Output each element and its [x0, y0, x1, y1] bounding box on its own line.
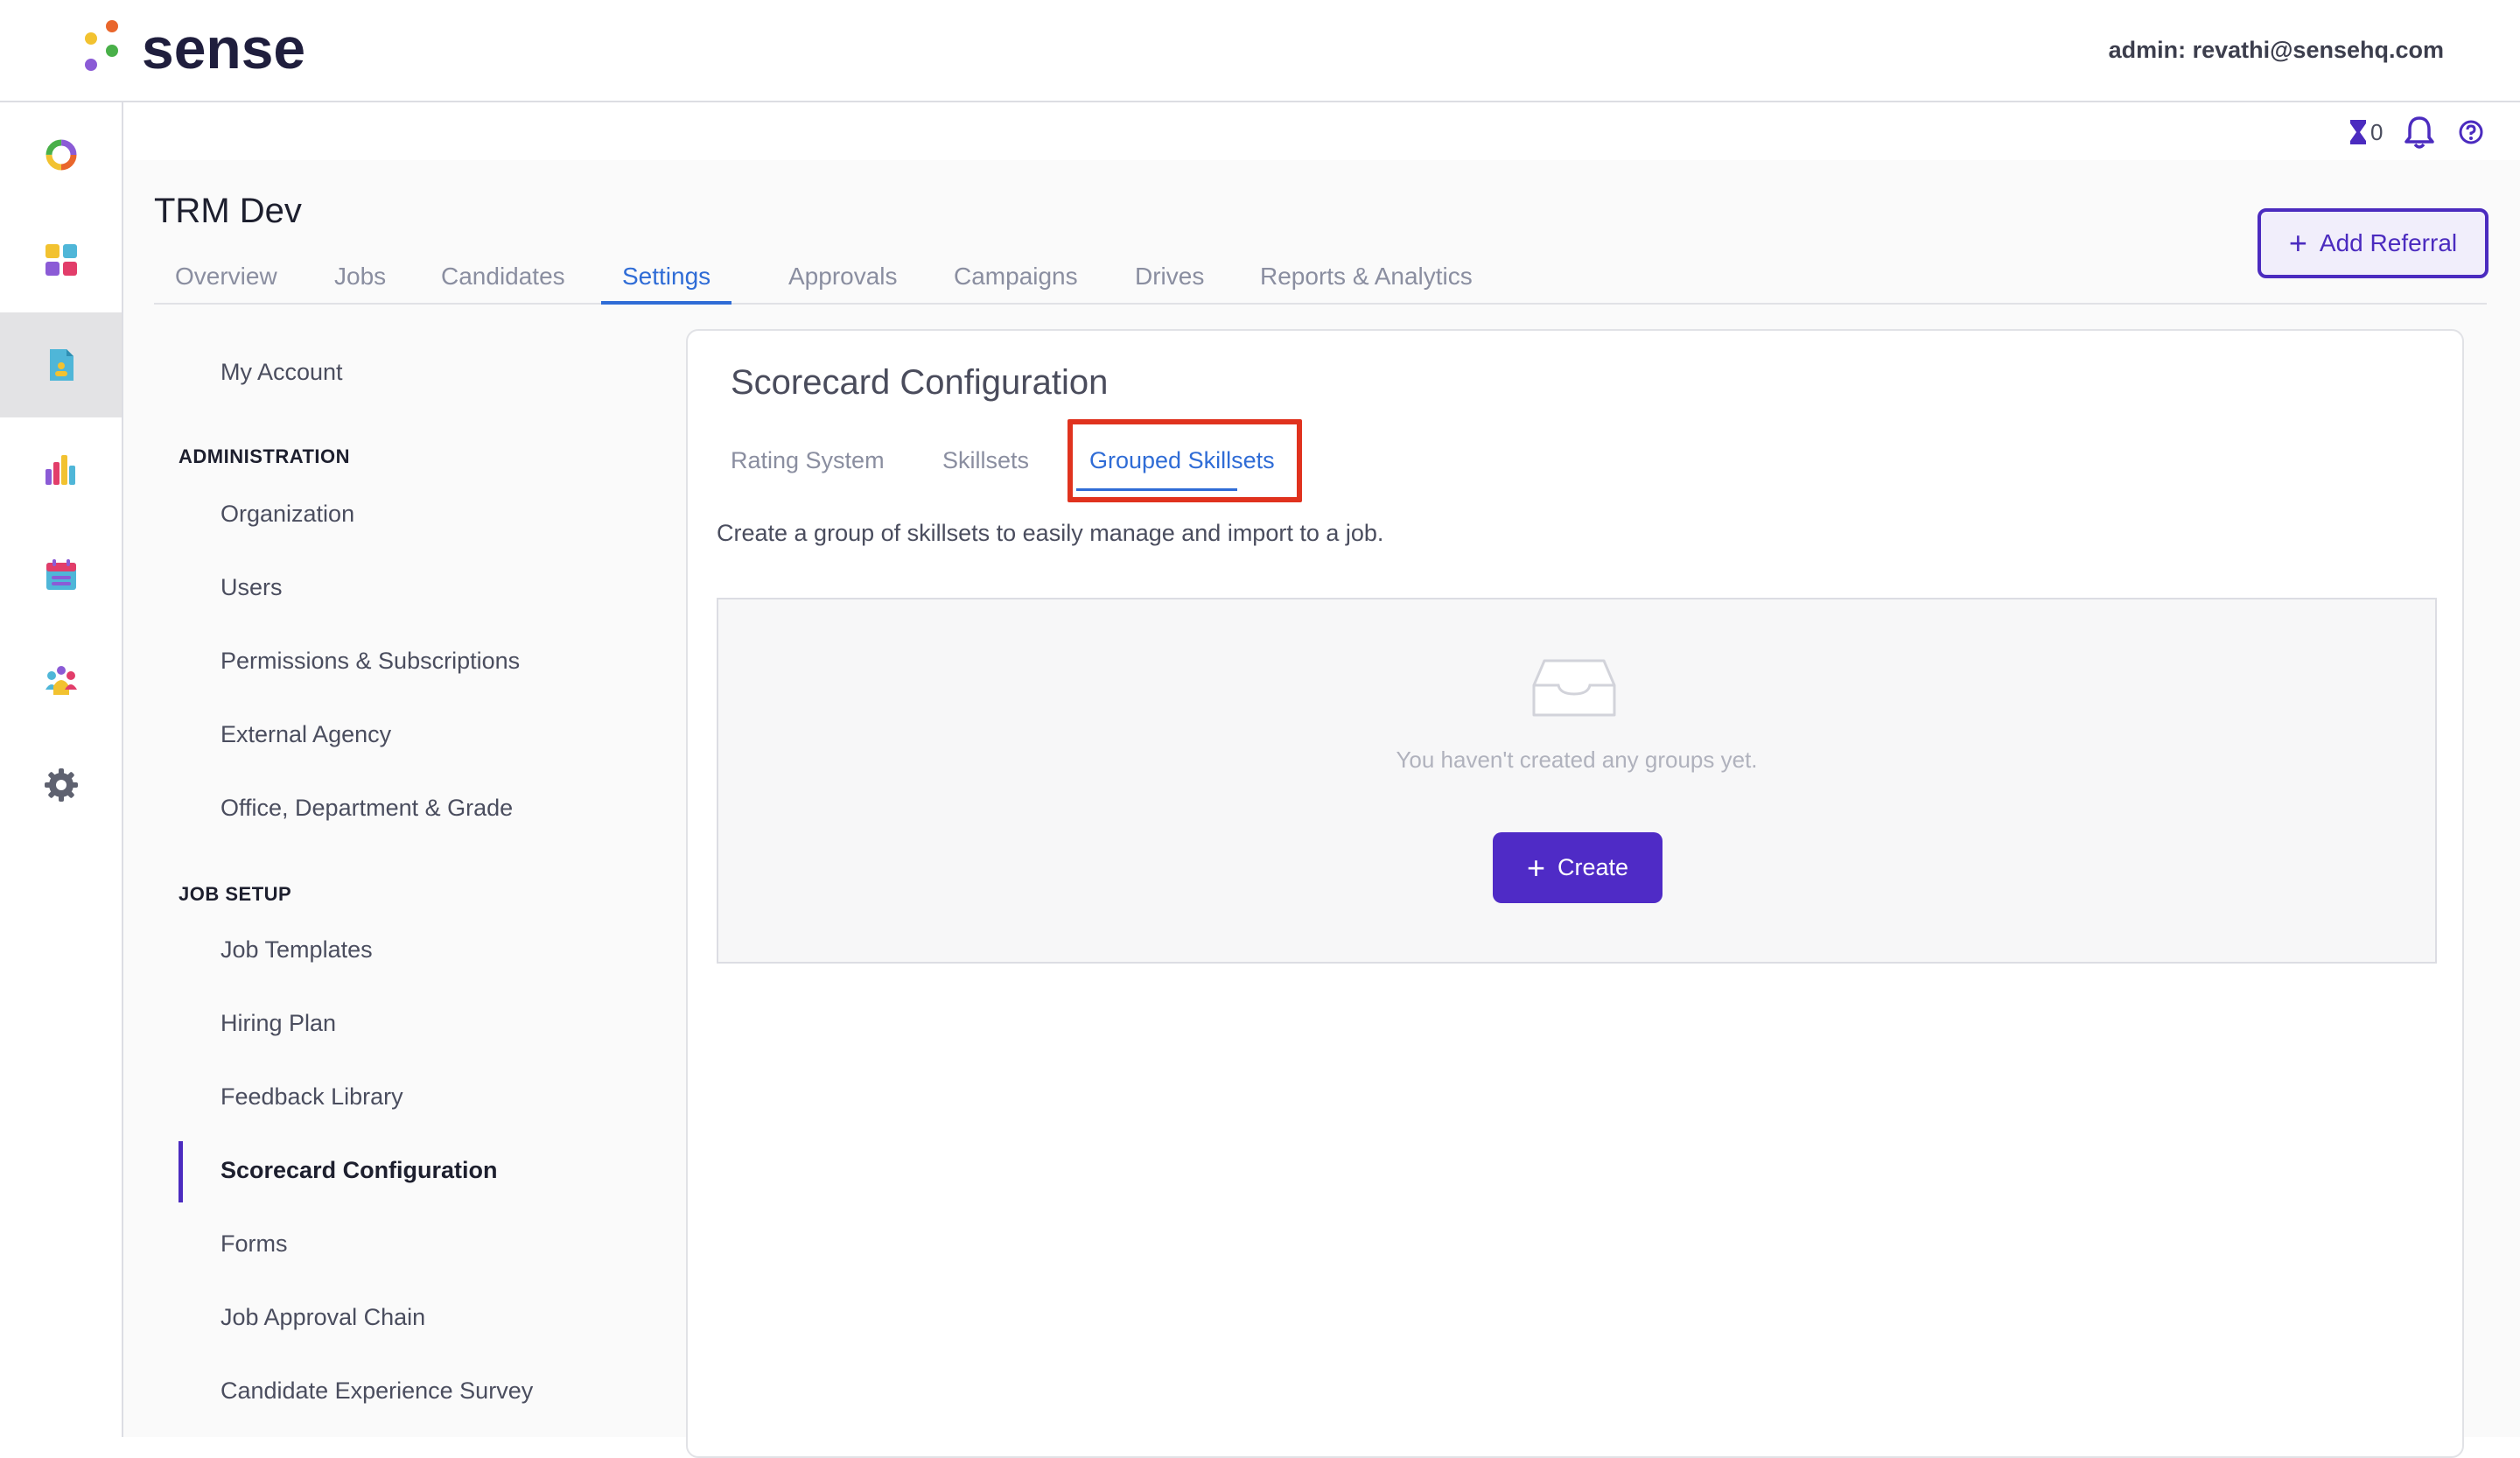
- subtab-skillsets[interactable]: Skillsets: [942, 438, 1029, 487]
- tab-candidates[interactable]: Candidates: [420, 250, 586, 305]
- tab-settings[interactable]: Settings: [601, 250, 732, 305]
- top-header: sense admin: revathi@sensehq.com: [0, 0, 2520, 102]
- rail-item-settings[interactable]: [0, 733, 122, 838]
- settings-sidebar: My Account ADMINISTRATION Organization U…: [123, 333, 683, 1437]
- bell-icon: [2404, 116, 2434, 149]
- nav-forms[interactable]: Forms: [220, 1229, 288, 1258]
- document-icon: [49, 349, 74, 381]
- section-heading-administration: ADMINISTRATION: [178, 445, 351, 467]
- help-button[interactable]: [2457, 115, 2485, 150]
- main-tabs: Overview Jobs Candidates Settings Approv…: [154, 250, 2487, 305]
- empty-state-panel: You haven't created any groups yet. + Cr…: [717, 598, 2437, 964]
- create-label: Create: [1557, 854, 1629, 880]
- subtab-rating-system[interactable]: Rating System: [731, 438, 885, 487]
- plus-icon: +: [2288, 225, 2307, 261]
- notifications-button[interactable]: [2404, 115, 2435, 150]
- create-group-button[interactable]: + Create: [1493, 832, 1662, 903]
- nav-external-agency[interactable]: External Agency: [220, 719, 391, 749]
- tab-jobs[interactable]: Jobs: [313, 250, 407, 305]
- add-referral-label: Add Referral: [2319, 229, 2458, 256]
- tab-campaigns[interactable]: Campaigns: [933, 250, 1099, 305]
- nav-job-templates[interactable]: Job Templates: [220, 935, 373, 964]
- section-heading-job-setup: JOB SETUP: [178, 883, 292, 905]
- card-title: Scorecard Configuration: [731, 363, 1109, 402]
- nav-feedback-library[interactable]: Feedback Library: [220, 1082, 403, 1111]
- highlight-annotation: [1068, 419, 1302, 502]
- rail-item-people[interactable]: [0, 627, 122, 733]
- app-rail: [0, 102, 123, 1437]
- empty-inbox-icon: [1532, 659, 1616, 717]
- hourglass-icon: [2350, 120, 2366, 144]
- nav-candidate-experience-survey[interactable]: Candidate Experience Survey: [220, 1376, 533, 1405]
- pending-count: 0: [2370, 118, 2384, 145]
- tab-overview[interactable]: Overview: [154, 250, 298, 305]
- rail-item-recruit[interactable]: [0, 312, 122, 417]
- scorecard-card: Scorecard Configuration Rating System Sk…: [686, 329, 2464, 1458]
- nav-permissions-subscriptions[interactable]: Permissions & Subscriptions: [220, 646, 520, 676]
- sense-logo[interactable]: sense: [82, 19, 310, 77]
- utility-bar: 0: [123, 102, 2520, 160]
- dashboard-grid-icon: [45, 244, 77, 276]
- tab-reports-analytics[interactable]: Reports & Analytics: [1239, 250, 1494, 305]
- admin-email[interactable]: admin: revathi@sensehq.com: [2109, 35, 2444, 65]
- active-nav-indicator: [178, 1141, 183, 1202]
- ring-icon: [46, 139, 76, 171]
- rail-item-home[interactable]: [0, 102, 122, 207]
- help-icon: [2459, 120, 2483, 144]
- tab-approvals[interactable]: Approvals: [767, 250, 919, 305]
- rail-item-calendar[interactable]: [0, 522, 122, 627]
- bar-chart-icon: [45, 455, 75, 485]
- calendar-icon: [46, 559, 76, 590]
- card-description: Create a group of skillsets to easily ma…: [717, 520, 1384, 546]
- add-referral-button[interactable]: + Add Referral: [2258, 208, 2488, 278]
- nav-hiring-plan[interactable]: Hiring Plan: [220, 1008, 336, 1038]
- empty-state-message: You haven't created any groups yet.: [1396, 747, 1758, 773]
- gear-icon: [44, 768, 78, 802]
- nav-my-account[interactable]: My Account: [220, 357, 343, 387]
- logo-text: sense: [142, 16, 306, 81]
- nav-job-approval-chain[interactable]: Job Approval Chain: [220, 1302, 425, 1332]
- nav-organization[interactable]: Organization: [220, 499, 354, 529]
- pending-tasks-button[interactable]: 0: [2348, 115, 2383, 150]
- nav-office-department-grade[interactable]: Office, Department & Grade: [220, 793, 513, 823]
- rail-item-dashboard[interactable]: [0, 207, 122, 312]
- logo-dots-icon: [85, 20, 118, 71]
- nav-users[interactable]: Users: [220, 572, 283, 602]
- page-title: TRM Dev: [154, 192, 302, 230]
- rail-item-analytics[interactable]: [0, 417, 122, 522]
- nav-scorecard-configuration[interactable]: Scorecard Configuration: [220, 1155, 498, 1185]
- plus-icon: +: [1526, 849, 1545, 886]
- people-icon: [45, 666, 77, 695]
- tab-drives[interactable]: Drives: [1114, 250, 1225, 305]
